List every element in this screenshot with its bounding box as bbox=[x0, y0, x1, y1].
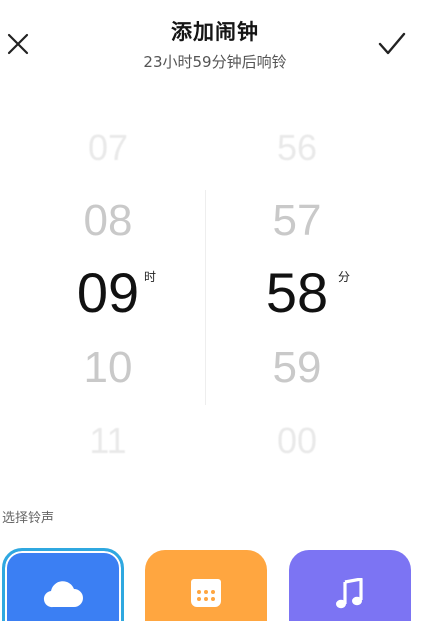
ringtone-option-cloud[interactable] bbox=[2, 548, 124, 621]
time-picker: 07 08 09 时 10 11 56 57 58 分 59 00 bbox=[0, 110, 430, 480]
check-icon bbox=[378, 32, 406, 55]
minute-option[interactable]: 00 bbox=[197, 420, 397, 462]
selected-minute[interactable]: 58 bbox=[197, 260, 397, 325]
ring-countdown-text: 23小时59分钟后响铃 bbox=[143, 53, 287, 71]
calendar-icon bbox=[191, 579, 221, 607]
hour-option[interactable]: 08 bbox=[8, 196, 208, 246]
ringtone-section-label: 选择铃声 bbox=[2, 511, 55, 526]
page-title: 添加闹钟 bbox=[171, 20, 259, 44]
minute-wheel[interactable]: 56 57 58 分 59 00 bbox=[205, 110, 405, 480]
header: 添加闹钟 23小时59分钟后响铃 bbox=[0, 0, 430, 90]
add-alarm-screen: 添加闹钟 23小时59分钟后响铃 07 08 09 时 10 11 56 57 … bbox=[0, 0, 430, 621]
hour-option[interactable]: 07 bbox=[8, 127, 208, 169]
selected-hour[interactable]: 09 bbox=[8, 260, 208, 325]
hour-wheel[interactable]: 07 08 09 时 10 11 bbox=[0, 110, 200, 480]
minute-option[interactable]: 56 bbox=[197, 127, 397, 169]
confirm-button[interactable] bbox=[374, 26, 410, 62]
hour-option[interactable]: 10 bbox=[8, 343, 208, 393]
cloud-icon bbox=[43, 581, 83, 608]
hour-unit-label: 时 bbox=[144, 270, 157, 284]
minute-option[interactable]: 57 bbox=[197, 196, 397, 246]
minute-unit-label: 分 bbox=[338, 270, 351, 284]
ringtone-option-music[interactable] bbox=[289, 550, 411, 621]
ringtone-option-calendar[interactable] bbox=[145, 550, 267, 621]
hour-option[interactable]: 11 bbox=[8, 420, 208, 462]
minute-option[interactable]: 59 bbox=[197, 343, 397, 393]
music-note-icon bbox=[336, 578, 363, 609]
